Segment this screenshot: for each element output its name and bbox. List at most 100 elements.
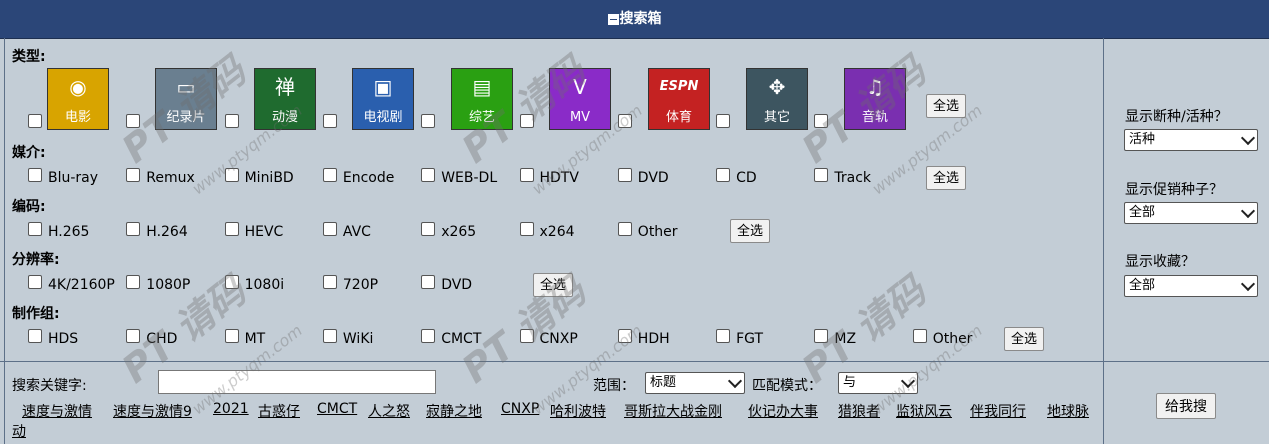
category-icon: 禅 — [275, 75, 295, 99]
group-checkbox[interactable] — [421, 329, 436, 343]
group-checkbox[interactable] — [912, 329, 927, 343]
resolution-checkbox[interactable] — [322, 275, 337, 289]
group-option: CHD — [146, 331, 178, 347]
category-label: 其它 — [763, 110, 790, 125]
dead-seed-value: 活种 — [1129, 132, 1156, 147]
group-checkbox[interactable] — [519, 329, 534, 343]
group-checkbox[interactable] — [814, 329, 829, 343]
media-checkbox[interactable] — [421, 168, 436, 182]
codec-checkbox[interactable] — [519, 222, 534, 236]
group-checkbox[interactable] — [716, 329, 731, 343]
group-select-all-button[interactable]: 全选 — [1004, 327, 1044, 351]
resolution-checkbox[interactable] — [126, 275, 141, 289]
category-icon: ◉ — [69, 75, 87, 99]
category-checkbox[interactable] — [224, 114, 239, 128]
resolution-checkbox[interactable] — [421, 275, 436, 289]
media-checkbox[interactable] — [617, 168, 632, 182]
media-checkbox[interactable] — [814, 168, 829, 182]
hot-search-link[interactable]: CMCT — [317, 401, 357, 417]
category-checkbox[interactable] — [814, 114, 829, 128]
hot-search-link[interactable]: 人之怒 — [368, 401, 410, 421]
category-tile-0[interactable]: ◉ 电影 — [47, 68, 109, 130]
dead-seed-select[interactable]: 活种 — [1124, 129, 1258, 151]
hot-search-link[interactable]: 动 — [12, 421, 26, 441]
hot-search-link[interactable]: 地球脉 — [1047, 401, 1089, 421]
group-checkbox[interactable] — [28, 329, 42, 343]
category-checkbox[interactable] — [716, 114, 731, 128]
keyword-input[interactable] — [158, 370, 436, 394]
group-checkbox[interactable] — [126, 329, 141, 343]
media-option: Encode — [342, 170, 395, 186]
media-checkbox[interactable] — [224, 168, 239, 182]
hot-search-link[interactable]: 伙记办大事 — [748, 401, 818, 421]
favorite-select[interactable]: 全部 — [1124, 275, 1258, 297]
media-checkbox[interactable] — [28, 168, 42, 182]
hot-search-link[interactable]: 哥斯拉大战金刚 — [624, 401, 722, 421]
media-select-all-button[interactable]: 全选 — [926, 166, 966, 190]
category-tile-5[interactable]: V MV — [549, 68, 611, 130]
media-checkbox[interactable] — [519, 168, 534, 182]
category-checkbox[interactable] — [519, 114, 534, 128]
scope-value: 标题 — [650, 375, 677, 390]
codec-checkbox[interactable] — [28, 222, 42, 236]
category-checkbox[interactable] — [421, 114, 436, 128]
search-box-header: 搜索箱 — [0, 0, 1269, 39]
scope-select[interactable]: 标题 — [645, 372, 745, 394]
type-select-all-button[interactable]: 全选 — [926, 94, 966, 118]
match-mode-select[interactable]: 与 — [838, 372, 918, 394]
media-checkbox[interactable] — [322, 168, 337, 182]
group-option: HDH — [637, 331, 670, 347]
hot-search-link[interactable]: CNXP — [501, 401, 539, 417]
category-label: 体育 — [665, 110, 692, 125]
resolution-select-all-button[interactable]: 全选 — [533, 273, 573, 297]
resolution-checkbox[interactable] — [224, 275, 239, 289]
hot-search-link[interactable]: 速度与激情 — [22, 401, 92, 421]
codec-checkbox[interactable] — [421, 222, 436, 236]
category-checkbox[interactable] — [617, 114, 632, 128]
search-submit-button[interactable]: 给我搜 — [1156, 393, 1216, 419]
category-tile-8[interactable]: ♫ 音轨 — [844, 68, 906, 130]
category-tile-2[interactable]: 禅动漫 — [254, 68, 316, 130]
category-tile-1[interactable]: ▭ 纪录片 — [155, 68, 217, 130]
resolution-checkbox[interactable] — [28, 275, 42, 289]
category-checkbox[interactable] — [322, 114, 337, 128]
hot-search-link[interactable]: 伴我同行 — [970, 401, 1026, 421]
match-mode-label: 匹配模式： — [752, 378, 822, 394]
category-tile-4[interactable]: ▤ 综艺 — [451, 68, 513, 130]
category-tile-6[interactable]: ESPN 体育 — [648, 68, 710, 130]
hot-search-link[interactable]: 古惑仔 — [258, 401, 300, 421]
media-option: CD — [736, 170, 757, 186]
category-label: 综艺 — [468, 110, 495, 125]
collapse-icon[interactable] — [607, 13, 619, 25]
scope-label: 范围： — [593, 378, 635, 394]
group-label: 制作组: — [12, 306, 60, 322]
codec-checkbox[interactable] — [224, 222, 239, 236]
hot-search-link[interactable]: 猎狼者 — [838, 401, 880, 421]
group-checkbox[interactable] — [224, 329, 239, 343]
codec-checkbox[interactable] — [126, 222, 141, 236]
group-checkbox[interactable] — [322, 329, 337, 343]
codec-checkbox[interactable] — [322, 222, 337, 236]
hot-search-link[interactable]: 监狱风云 — [896, 401, 952, 421]
category-checkbox[interactable] — [126, 114, 141, 128]
hot-search-link[interactable]: 哈利波特 — [550, 401, 606, 421]
category-tile-7[interactable]: ✥ 其它 — [746, 68, 808, 130]
category-tile-3[interactable]: ▣ 电视剧 — [352, 68, 414, 130]
codec-checkbox[interactable] — [617, 222, 632, 236]
promo-select[interactable]: 全部 — [1124, 202, 1258, 224]
media-checkbox[interactable] — [126, 168, 141, 182]
media-option: WEB-DL — [441, 170, 498, 186]
hot-search-link[interactable]: 2021 — [213, 401, 249, 417]
hot-search-link[interactable]: 速度与激情9 — [113, 401, 192, 421]
group-checkbox[interactable] — [617, 329, 632, 343]
category-checkbox[interactable] — [28, 114, 42, 128]
category-icon: V — [573, 75, 587, 99]
codec-select-all-button[interactable]: 全选 — [730, 219, 770, 243]
hot-search-link[interactable]: 寂静之地 — [426, 401, 482, 421]
codec-option: H.264 — [146, 224, 188, 240]
media-option: MiniBD — [244, 170, 294, 186]
media-checkbox[interactable] — [716, 168, 731, 182]
chevron-down-icon — [1240, 130, 1256, 146]
category-label: 电影 — [64, 110, 91, 125]
promo-label: 显示促销种子？ — [1125, 182, 1223, 198]
